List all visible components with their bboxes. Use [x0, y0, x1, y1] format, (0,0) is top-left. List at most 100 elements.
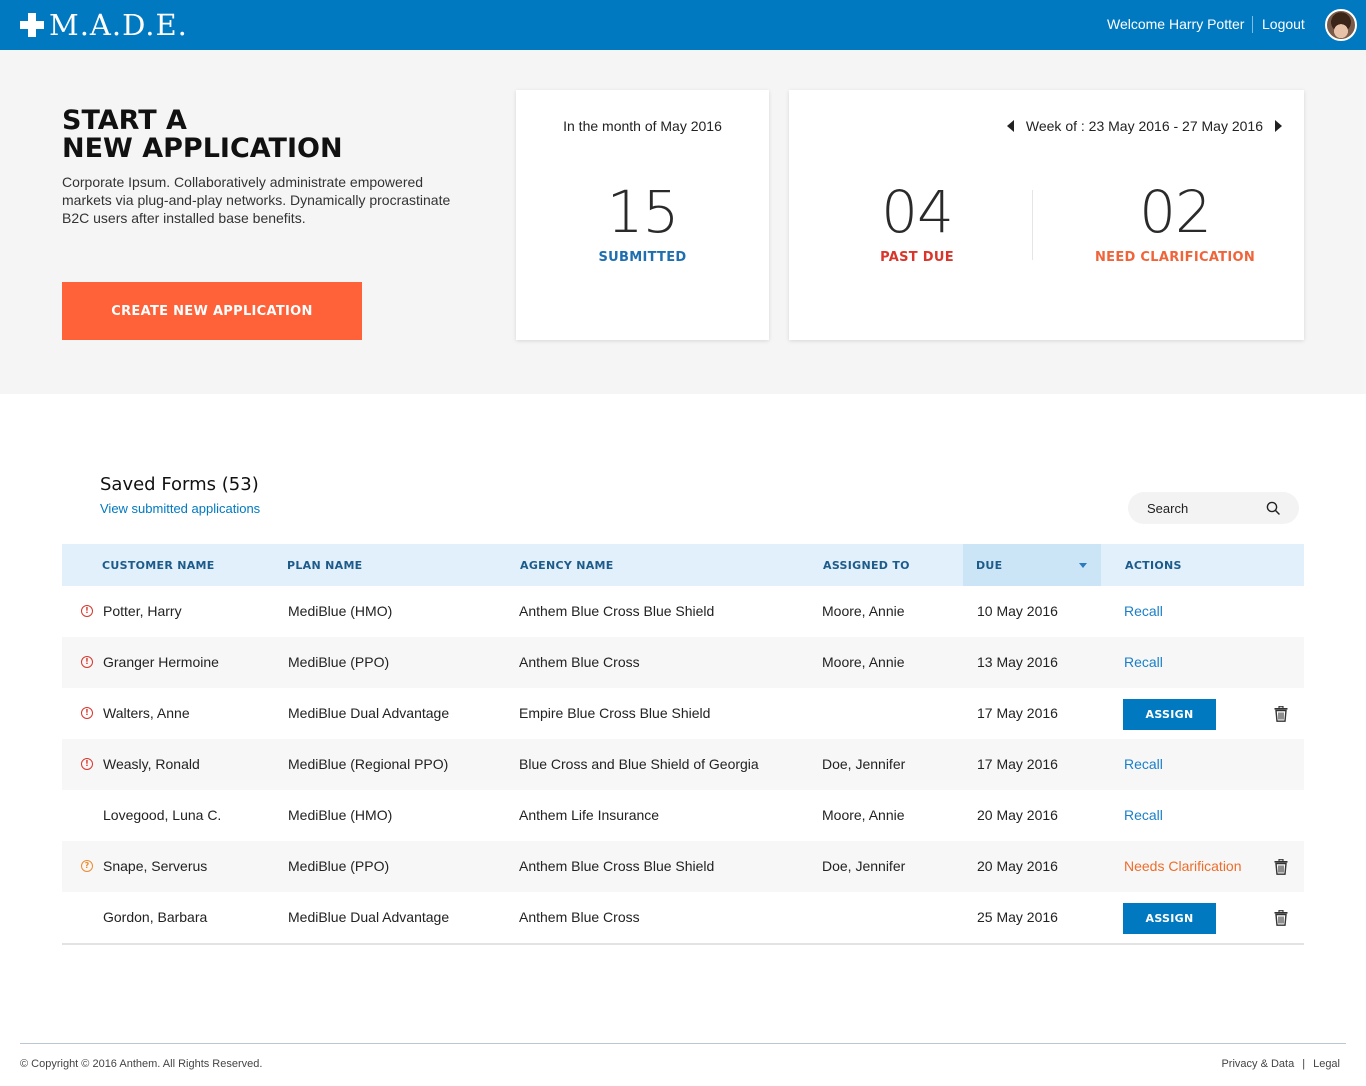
column-customer-name[interactable]: CUSTOMER NAME [102, 559, 215, 572]
submitted-count: 15 [606, 178, 680, 246]
month-caption: In the month of May 2016 [563, 118, 722, 134]
plan-name-cell: MediBlue (Regional PPO) [288, 756, 449, 772]
table-row: ! Weasly, Ronald MediBlue (Regional PPO) Bl… [62, 739, 1304, 790]
search-input[interactable] [1147, 500, 1257, 516]
monthly-summary-card: In the month of May 2016 15 SUBMITTED [516, 90, 769, 340]
recall-link[interactable]: Recall [1124, 603, 1163, 619]
alert-circle-icon: ! [81, 605, 93, 617]
table-header: CUSTOMER NAME PLAN NAME AGENCY NAME ASSI… [62, 544, 1304, 586]
saved-forms-table: CUSTOMER NAME PLAN NAME AGENCY NAME ASSI… [62, 544, 1304, 945]
table-row: ! Potter, Harry MediBlue (HMO) Anthem Blue … [62, 586, 1304, 637]
logo-text: M.A.D.E. [49, 8, 188, 42]
copyright-text: © Copyright © 2016 Anthem. All Rights Re… [20, 1058, 263, 1070]
past-due-label: PAST DUE [880, 250, 954, 265]
week-caption: Week of : 23 May 2016 - 27 May 2016 [1025, 118, 1263, 134]
table-row: ! Granger Hermoine MediBlue (PPO) Anthem Bl… [62, 637, 1304, 688]
assigned-to-cell: Moore, Annie [822, 807, 905, 823]
due-date-cell: 10 May 2016 [977, 603, 1058, 619]
column-due[interactable]: DUE [976, 559, 1002, 572]
table-row: ? Snape, Serverus MediBlue (PPO) Anthem Blu… [62, 841, 1304, 892]
table-body: ! Potter, Harry MediBlue (HMO) Anthem Blue … [62, 586, 1304, 943]
alert-circle-icon: ! [81, 758, 93, 770]
table-row: Lovegood, Luna C. MediBlue (HMO) Anthem Li… [62, 790, 1304, 841]
agency-name-cell: Anthem Blue Cross Blue Shield [519, 858, 715, 874]
table-bottom-border [62, 943, 1304, 945]
recall-link[interactable]: Recall [1124, 756, 1163, 772]
trash-icon[interactable] [1274, 858, 1288, 875]
trash-icon[interactable] [1274, 705, 1288, 722]
customer-name-cell: Weasly, Ronald [103, 756, 200, 772]
column-assigned-to[interactable]: ASSIGNED TO [823, 559, 910, 572]
trash-icon[interactable] [1274, 909, 1288, 926]
page-title: START A NEW APPLICATION [62, 107, 462, 163]
sort-down-icon[interactable] [1079, 563, 1087, 568]
legal-link[interactable]: Legal [1313, 1058, 1340, 1070]
assigned-to-cell: Doe, Jennifer [822, 756, 906, 772]
footer-links: Privacy & Data | Legal [1221, 1058, 1340, 1070]
header-divider [1252, 16, 1253, 33]
needs-clarification-link[interactable]: Needs Clarification [1124, 858, 1242, 874]
due-date-cell: 13 May 2016 [977, 654, 1058, 670]
app-logo[interactable]: M.A.D.E. [20, 8, 188, 42]
user-avatar[interactable] [1325, 9, 1357, 41]
agency-name-cell: Empire Blue Cross Blue Shield [519, 705, 711, 721]
top-navigation-bar: M.A.D.E. Welcome Harry Potter Logout [0, 0, 1366, 50]
page-title-line1: START A [62, 105, 187, 136]
hero-description: Corporate Ipsum. Collaboratively adminis… [62, 174, 451, 226]
saved-forms-title: Saved Forms (53) [100, 474, 259, 495]
due-date-cell: 17 May 2016 [977, 756, 1058, 772]
column-agency-name[interactable]: AGENCY NAME [520, 559, 614, 572]
agency-name-cell: Anthem Blue Cross Blue Shield [519, 603, 715, 619]
plan-name-cell: MediBlue (HMO) [288, 807, 393, 823]
footer-separator: | [1302, 1058, 1306, 1070]
privacy-data-link[interactable]: Privacy & Data [1221, 1058, 1294, 1070]
due-date-cell: 20 May 2016 [977, 858, 1058, 874]
footer-divider [20, 1043, 1346, 1044]
due-date-cell: 20 May 2016 [977, 807, 1058, 823]
welcome-message: Welcome Harry Potter [1107, 16, 1245, 32]
due-date-cell: 25 May 2016 [977, 909, 1058, 925]
column-actions: ACTIONS [1125, 559, 1182, 572]
alert-circle-icon: ! [81, 656, 93, 668]
agency-name-cell: Anthem Blue Cross [519, 909, 640, 925]
agency-name-cell: Blue Cross and Blue Shield of Georgia [519, 756, 759, 772]
alert-circle-icon: ! [81, 707, 93, 719]
create-new-application-button[interactable]: CREATE NEW APPLICATION [62, 282, 362, 340]
agency-name-cell: Anthem Blue Cross [519, 654, 640, 670]
due-date-cell: 17 May 2016 [977, 705, 1058, 721]
assigned-to-cell: Moore, Annie [822, 603, 905, 619]
plan-name-cell: MediBlue Dual Advantage [288, 909, 450, 925]
logout-link[interactable]: Logout [1262, 16, 1305, 32]
recall-link[interactable]: Recall [1124, 807, 1163, 823]
column-plan-name[interactable]: PLAN NAME [287, 559, 363, 572]
assigned-to-cell: Doe, Jennifer [822, 858, 906, 874]
need-clarification-count: 02 [1139, 178, 1212, 246]
caret-right-icon[interactable] [1275, 120, 1282, 132]
week-card-divider [1032, 190, 1033, 260]
plan-name-cell: MediBlue Dual Advantage [288, 705, 450, 721]
search-icon[interactable] [1266, 501, 1280, 515]
need-clarification-label: NEED CLARIFICATION [1094, 250, 1256, 265]
page-title-line2: NEW APPLICATION [62, 133, 343, 164]
view-submitted-applications-link[interactable]: View submitted applications [100, 501, 260, 516]
plan-name-cell: MediBlue (PPO) [288, 858, 390, 874]
question-circle-icon: ? [81, 860, 93, 872]
search-box [1128, 492, 1299, 524]
assign-button[interactable]: ASSIGN [1123, 699, 1216, 730]
assigned-to-cell: Moore, Annie [822, 654, 905, 670]
plan-name-cell: MediBlue (HMO) [288, 603, 393, 619]
agency-name-cell: Anthem Life Insurance [519, 807, 660, 823]
week-navigator: Week of : 23 May 2016 - 27 May 2016 [1006, 118, 1282, 134]
hero-section: START A NEW APPLICATION Corporate Ipsum.… [0, 50, 1366, 394]
customer-name-cell: Lovegood, Luna C. [103, 807, 222, 823]
customer-name-cell: Potter, Harry [103, 603, 182, 619]
customer-name-cell: Granger Hermoine [103, 654, 219, 670]
customer-name-cell: Walters, Anne [103, 705, 190, 721]
recall-link[interactable]: Recall [1124, 654, 1163, 670]
table-row: ! Walters, Anne MediBlue Dual Advantage Emp… [62, 688, 1304, 739]
customer-name-cell: Snape, Serverus [103, 858, 208, 874]
caret-left-icon[interactable] [1006, 120, 1014, 132]
plan-name-cell: MediBlue (PPO) [288, 654, 390, 670]
assign-button[interactable]: ASSIGN [1123, 903, 1216, 934]
weekly-summary-card: Week of : 23 May 2016 - 27 May 2016 04 P… [789, 90, 1304, 340]
